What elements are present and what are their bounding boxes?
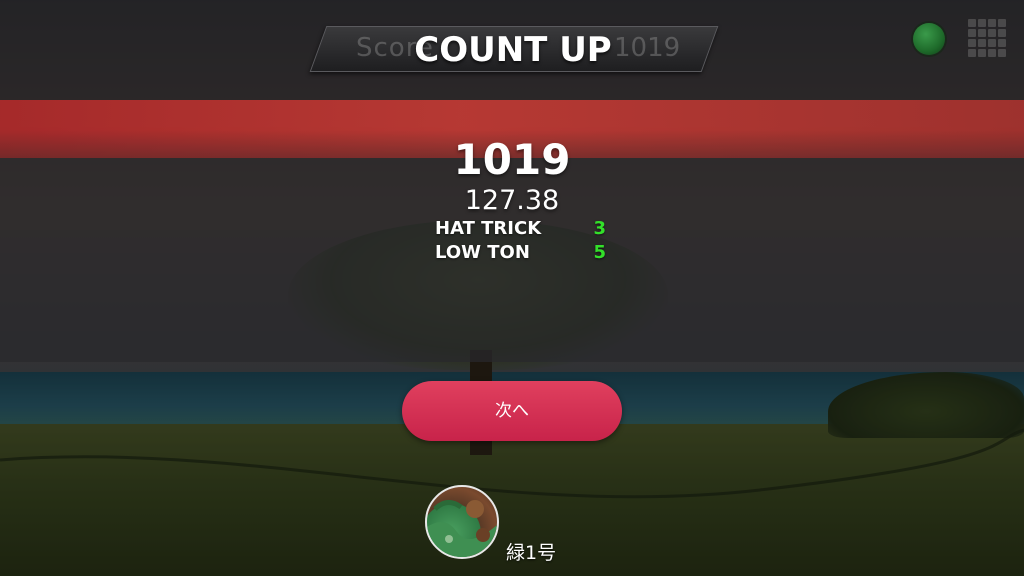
- award-row-low-ton: LOW TON 5: [435, 241, 610, 265]
- status-indicator-icon[interactable]: [913, 23, 945, 55]
- award-label: LOW TON: [435, 242, 530, 263]
- game-screen: Score 1019 COUNT UP 1019 127.38 HAT TRIC…: [0, 0, 1024, 576]
- grid-menu-icon[interactable]: [968, 19, 1006, 57]
- award-label: HAT TRICK: [435, 218, 542, 239]
- game-mode-title: COUNT UP: [414, 30, 612, 70]
- award-count: 5: [593, 242, 606, 263]
- player-avatar[interactable]: [425, 485, 499, 559]
- player-name: 緑1号: [506, 542, 557, 564]
- award-row-hat-trick: HAT TRICK 3: [435, 217, 610, 241]
- average-score: 127.38: [464, 185, 560, 216]
- total-score: 1019: [453, 135, 571, 184]
- award-count: 3: [593, 218, 606, 239]
- next-button[interactable]: 次へ: [402, 381, 622, 441]
